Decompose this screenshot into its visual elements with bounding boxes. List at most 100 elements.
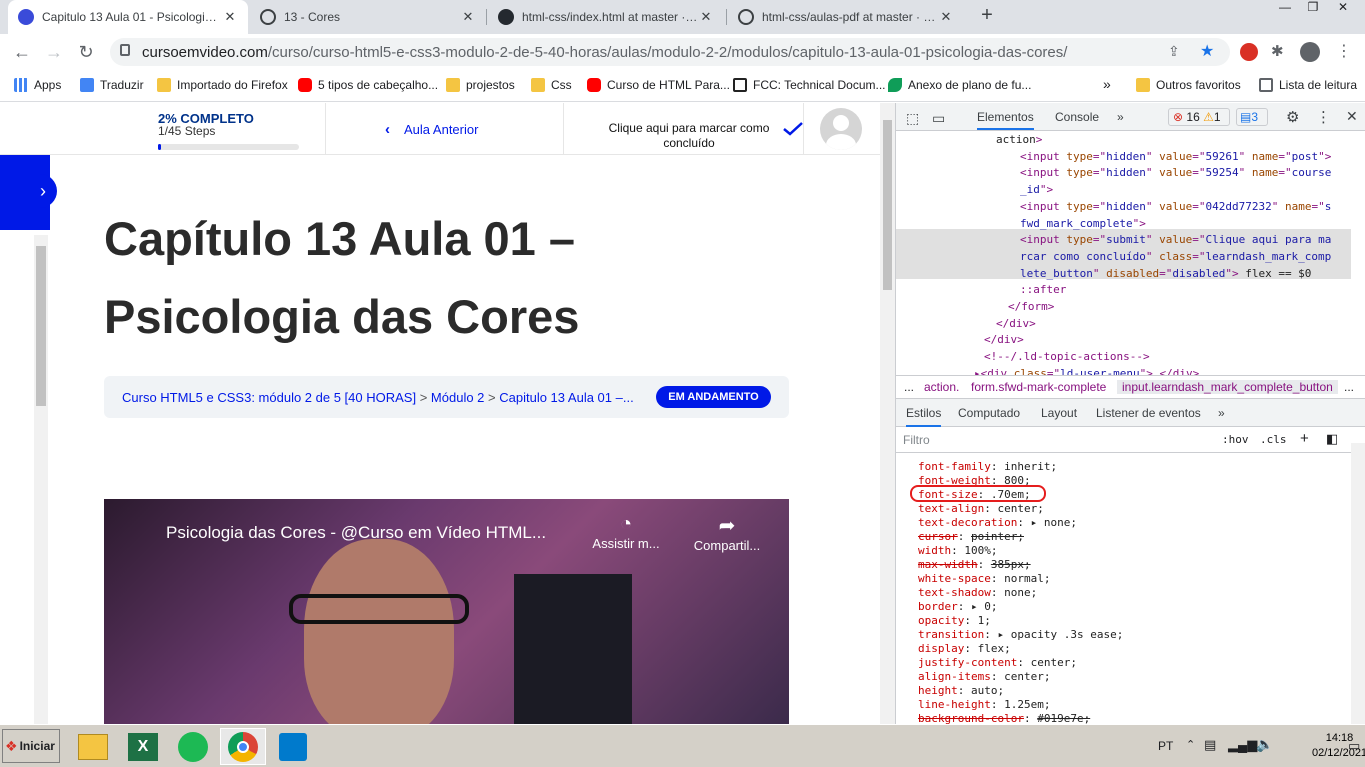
share-icon[interactable]: ⇪ [1168, 43, 1180, 60]
dom-line[interactable]: action> [996, 132, 1042, 149]
bookmarks-more-button[interactable]: » [1103, 76, 1111, 92]
dom-line[interactable]: </form> [1008, 299, 1054, 316]
style-declaration[interactable]: opacity: 1; [918, 614, 991, 628]
close-icon[interactable]: ✕ [938, 9, 954, 25]
chrome-icon[interactable] [220, 728, 266, 765]
crumb-more[interactable]: ... [904, 380, 914, 394]
new-tab-button[interactable]: + [976, 4, 998, 28]
sidebar-toggle-icon[interactable]: ◧ [1326, 431, 1338, 447]
dom-line[interactable]: <input type="hidden" value="042dd77232" … [1020, 199, 1331, 216]
dom-line[interactable]: _id"> [1020, 182, 1053, 199]
dom-tree[interactable]: action> <input type="hidden" value="59261… [896, 131, 1365, 375]
window-close-button[interactable]: ✕ [1328, 0, 1358, 18]
bookmark-anexo[interactable]: Anexo de plano de fu... [888, 78, 1031, 92]
tab-console[interactable]: Console [1055, 110, 1099, 124]
crumb-form[interactable]: form.sfwd-mark-complete [971, 380, 1106, 394]
style-declaration[interactable]: white-space: normal; [918, 572, 1050, 586]
network-icon[interactable]: ▤ [1204, 737, 1216, 753]
style-declaration[interactable]: justify-content: center; [918, 656, 1077, 670]
watch-later-button[interactable]: ◔ Assistir m... [586, 513, 666, 551]
tab-computed[interactable]: Computado [958, 406, 1020, 420]
breadcrumb-module[interactable]: Módulo 2 [431, 390, 484, 405]
close-icon[interactable]: ✕ [698, 9, 714, 25]
clock[interactable]: 14:18 02/12/2021 [1312, 731, 1365, 761]
volume-icon[interactable]: 🔈 [1256, 736, 1273, 753]
style-declaration[interactable]: width: 100%; [918, 544, 998, 558]
video-player[interactable]: Psicologia das Cores - @Curso em Vídeo H… [104, 499, 789, 724]
more-styles-tabs[interactable]: » [1218, 406, 1225, 420]
inspect-icon[interactable]: ⬚ [906, 110, 919, 127]
tab-styles[interactable]: Estilos [906, 406, 942, 427]
bookmark-apps[interactable]: Apps [14, 78, 61, 92]
reload-icon[interactable]: ↻ [76, 42, 96, 62]
style-declaration[interactable]: transition: ▸ opacity .3s ease; [918, 628, 1123, 642]
start-button[interactable]: ❖ Iniciar [2, 729, 60, 763]
tab-elements[interactable]: Elementos [977, 110, 1034, 130]
sidebar-scroll-thumb[interactable] [36, 246, 46, 406]
crumb-action[interactable]: action. [924, 380, 959, 394]
dom-line[interactable]: ▸<div class="ld-user-menu">…</div> [974, 366, 1199, 375]
dom-line[interactable]: </div> [984, 332, 1024, 349]
back-arrow-icon[interactable]: ← [12, 42, 32, 62]
mark-complete-button[interactable]: Clique aqui para marcar como concluído [596, 121, 782, 151]
issues-badge[interactable]: ⊗ 16 ⚠1 [1168, 108, 1230, 126]
breadcrumb-course[interactable]: Curso HTML5 e CSS3: módulo 2 de 5 [40 HO… [122, 390, 416, 405]
bookmark-outros-favoritos[interactable]: Outros favoritos [1136, 78, 1241, 92]
avatar[interactable] [820, 108, 862, 150]
spotify-icon[interactable] [170, 728, 216, 765]
language-indicator[interactable]: PT [1158, 739, 1173, 753]
style-declaration[interactable]: cursor: pointer; [918, 530, 1024, 544]
cls-toggle[interactable]: .cls [1260, 433, 1287, 446]
styles-filter-input[interactable]: Filtro [900, 431, 1210, 449]
reading-list-button[interactable]: Lista de leitura [1259, 78, 1357, 92]
dom-line[interactable]: <input type="hidden" value="59261" name=… [1020, 149, 1331, 166]
dom-line[interactable]: <input type="hidden" value="59254" name=… [1020, 165, 1331, 182]
profile-icon[interactable] [1300, 42, 1320, 62]
bookmark-projestos[interactable]: projestos [446, 78, 515, 92]
style-declaration[interactable]: text-align: center; [918, 502, 1044, 516]
dom-line[interactable]: rcar como concluído" class="learndash_ma… [1020, 249, 1331, 266]
bookmark-firefox[interactable]: Importado do Firefox [157, 78, 288, 92]
style-declaration[interactable]: line-height: 1.25em; [918, 698, 1050, 712]
restore-button[interactable]: ❐ [1298, 0, 1328, 18]
bookmark-fcc[interactable]: FCC: Technical Docum... [733, 78, 886, 92]
messages-badge[interactable]: ▤3 [1236, 108, 1268, 126]
dom-line[interactable]: <!--/.ld-topic-actions--> [984, 349, 1150, 366]
crumb-input[interactable]: input.learndash_mark_complete_button [1117, 380, 1338, 394]
styles-list[interactable]: font-family: inherit; font-weight: 800; fo… [896, 453, 1351, 724]
style-declaration[interactable]: border: ▸ 0; [918, 600, 998, 614]
crumb-more-right[interactable]: ... [1344, 380, 1354, 394]
bookmark-curso-html[interactable]: Curso de HTML Para... [587, 78, 730, 92]
style-declaration[interactable]: align-items: center; [918, 670, 1050, 684]
share-button[interactable]: ➦ Compartil... [687, 513, 767, 553]
devtools-close-icon[interactable]: ✕ [1346, 108, 1358, 125]
bookmark-traduzir[interactable]: Traduzir [80, 78, 144, 92]
previous-lesson-button[interactable]: ‹ Aula Anterior [385, 121, 478, 138]
more-tabs-button[interactable]: » [1117, 110, 1124, 124]
style-declaration[interactable]: text-shadow: none; [918, 586, 1037, 600]
styles-scrollbar[interactable] [1351, 443, 1365, 724]
tray-expand-icon[interactable]: ⌃ [1186, 738, 1195, 751]
file-explorer-icon[interactable] [70, 728, 116, 765]
dom-line[interactable]: lete_button" disabled="disabled"> flex =… [1020, 266, 1311, 283]
dom-line[interactable]: fwd_mark_complete"> [1020, 216, 1146, 233]
video-title[interactable]: Psicologia das Cores - @Curso em Vídeo H… [166, 523, 546, 543]
style-declaration[interactable]: height: auto; [918, 684, 1004, 698]
dom-line[interactable]: </div> [996, 316, 1036, 333]
url-text[interactable]: cursoemvideo.com/curso/curso-html5-e-css… [142, 44, 1067, 61]
puzzle-icon[interactable]: ✱ [1271, 42, 1284, 60]
close-icon[interactable]: ✕ [222, 9, 238, 25]
style-declaration[interactable]: display: flex; [918, 642, 1011, 656]
vscode-icon[interactable] [270, 728, 316, 765]
excel-icon[interactable]: X [120, 728, 166, 765]
signal-icon[interactable]: ▂▄▆ [1228, 737, 1257, 753]
bookmark-css[interactable]: Css [531, 78, 572, 92]
settings-gear-icon[interactable]: ⚙ [1286, 108, 1299, 126]
extension-icon[interactable] [1240, 43, 1258, 61]
star-icon[interactable]: ★ [1200, 41, 1214, 61]
menu-kebab-icon[interactable]: ⋮ [1336, 41, 1352, 61]
style-declaration[interactable]: background-color: #019e7e; [918, 712, 1090, 724]
tab-layout[interactable]: Layout [1041, 406, 1077, 420]
breadcrumb-lesson[interactable]: Capitulo 13 Aula 01 –... [499, 390, 633, 405]
tab-cores[interactable]: 13 - Cores ✕ [250, 0, 486, 34]
